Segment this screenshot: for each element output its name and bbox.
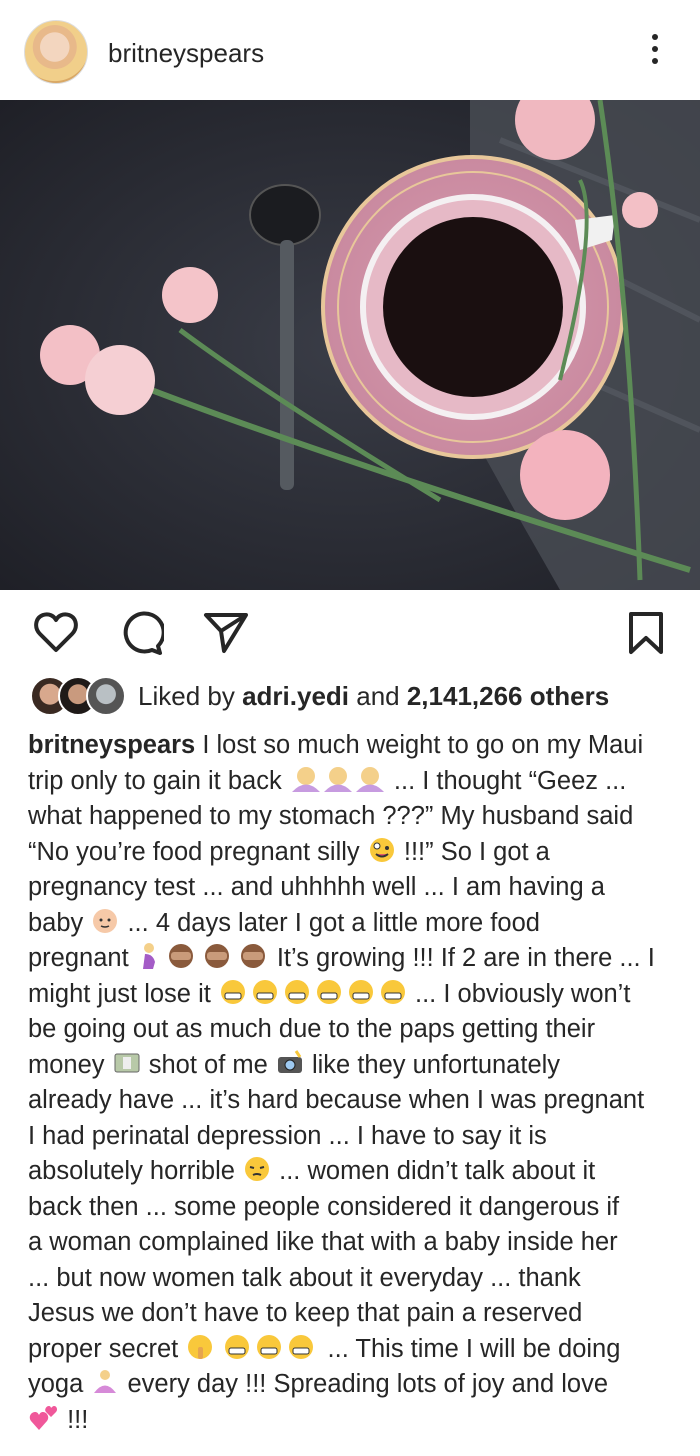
- more-vertical-icon[interactable]: [640, 34, 670, 70]
- caption-text: back then ... some people considered it …: [28, 1192, 620, 1221]
- caption-text: !!!: [60, 1405, 89, 1434]
- caption-text: trip only to gain it back: [28, 766, 282, 795]
- caption-text: ... women didn’t talk about it: [272, 1157, 596, 1185]
- caption-text: Jesus we don’t have to keep that pain a …: [28, 1299, 583, 1327]
- avatar[interactable]: [86, 676, 126, 716]
- liker-avatars: [30, 676, 130, 716]
- liker-username[interactable]: adri.yedi: [242, 681, 349, 711]
- instagram-post: britneyspears Liked by adri.yedi and 2,1…: [0, 0, 700, 1456]
- caption-text: baby: [28, 908, 84, 937]
- caption-text: already have ... it’s hard because when …: [28, 1086, 645, 1114]
- dollar-banknote-emoji-icon: [114, 1053, 140, 1072]
- caption-text: proper secret: [28, 1334, 179, 1363]
- caption-text: ... 4 days later I got a little more foo…: [120, 908, 540, 937]
- coffee-flowers-photo: [0, 100, 700, 590]
- caption-text: might just lose it: [28, 979, 211, 1008]
- caption-text: ... but now women talk about it everyday…: [28, 1263, 581, 1292]
- likes-middle: and: [349, 681, 407, 711]
- caption-text: It’s growing !!! If 2 are in there ... I: [269, 944, 655, 972]
- caption-text: “No you’re food pregnant silly: [28, 837, 360, 866]
- caption-text: yoga: [28, 1370, 84, 1398]
- likes-summary[interactable]: Liked by adri.yedi and 2,141,266 others: [138, 681, 609, 712]
- caption-username[interactable]: britneyspears: [28, 731, 195, 759]
- send-icon[interactable]: [202, 610, 250, 654]
- baby-emoji-icon: [93, 908, 118, 933]
- username[interactable]: britneyspears: [108, 38, 264, 69]
- caption-text: what happened to my stomach ???” My husb…: [28, 802, 634, 830]
- caption-text: ... This time I will be doing: [320, 1334, 621, 1363]
- post-image[interactable]: [0, 100, 700, 590]
- grimacing-face-emoji-icon: [225, 1334, 314, 1359]
- pensive-face-emoji-icon: [245, 1157, 270, 1181]
- caption-text: ... I thought “Geez ...: [386, 766, 627, 795]
- caption-text: pregnant: [28, 944, 129, 972]
- likes-count[interactable]: 2,141,266 others: [407, 681, 609, 711]
- likes-row: Liked by adri.yedi and 2,141,266 others: [0, 672, 700, 720]
- caption-text: absolutely horrible: [28, 1157, 235, 1185]
- avatar[interactable]: [24, 20, 88, 84]
- caption-text: shot of me: [141, 1050, 268, 1079]
- caption-text: money: [28, 1050, 105, 1079]
- bookmark-icon[interactable]: [626, 610, 666, 656]
- pregnant-see-no-evil-monkeys-emoji-icon: [142, 943, 265, 969]
- person-shrugging-emoji-icon: [291, 766, 384, 792]
- caption-text: pregnancy test ... and uhhhhh well ... I…: [28, 873, 605, 901]
- caption-text: a woman complained like that with a baby…: [28, 1228, 618, 1256]
- post-caption: britneyspears I lost so much weight to g…: [28, 728, 678, 1438]
- caption-text: !!!” So I got a: [396, 837, 550, 866]
- post-actions: [0, 590, 700, 670]
- caption-text: be going out as much due to the paps get…: [28, 1015, 596, 1043]
- caption-text: I had perinatal depression ... I have to…: [28, 1121, 547, 1150]
- comment-icon[interactable]: [118, 610, 164, 656]
- grimacing-face-emoji-icon: [220, 979, 405, 1004]
- caption-text: ... I obviously won’t: [407, 979, 631, 1008]
- person-in-lotus-position-emoji-icon: [94, 1370, 117, 1393]
- post-header: britneyspears: [0, 0, 700, 100]
- likes-prefix: Liked by: [138, 681, 243, 711]
- camera-with-flash-emoji-icon: [277, 1049, 302, 1073]
- caption-text: I lost so much weight to go on my Maui: [195, 731, 644, 759]
- shushing-face-emoji-icon: [188, 1334, 213, 1359]
- caption-text: like they unfortunately: [304, 1050, 561, 1079]
- two-hearts-emoji-icon: [29, 1405, 58, 1430]
- heart-icon[interactable]: [32, 610, 80, 654]
- zany-face-emoji-icon: [369, 837, 394, 862]
- caption-text: every day !!! Spreading lots of joy and …: [120, 1370, 609, 1398]
